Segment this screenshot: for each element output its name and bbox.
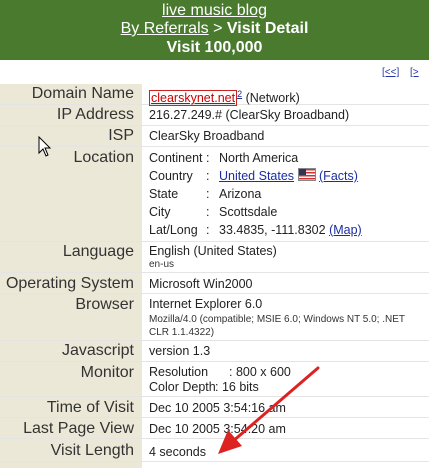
domain-label: Domain Name <box>31 85 134 102</box>
browser-useragent-line2: CLR 1.1.4322) <box>149 327 215 338</box>
breadcrumb: By Referrals > Visit Detail <box>0 19 429 38</box>
location-label: Location <box>73 149 135 166</box>
ip-value: 216.27.249.# (ClearSky Broadband) <box>149 108 350 122</box>
visit-header: live music blog By Referrals > Visit Det… <box>0 0 429 60</box>
facts-link[interactable]: (Facts) <box>319 169 358 183</box>
location-continent: Continent: North America <box>149 151 299 165</box>
mouse-cursor-icon <box>38 136 52 157</box>
language-code: en-us <box>149 259 175 270</box>
us-flag-icon <box>297 168 316 181</box>
breadcrumb-separator: > <box>208 20 227 37</box>
breadcrumb-referrals-link[interactable]: By Referrals <box>121 20 209 37</box>
isp-label: ISP <box>108 127 134 144</box>
domain-link[interactable]: clearskynet.net <box>149 90 238 107</box>
os-label: Operating System <box>5 275 134 292</box>
annotation-arrow-icon <box>218 366 320 454</box>
prev-visit-link[interactable]: [<<] <box>382 66 399 80</box>
visit-number: Visit 100,000 <box>166 39 263 56</box>
language-value: English (United States) <box>149 244 277 258</box>
browser-label: Browser <box>75 296 134 313</box>
os-value: Microsoft Win2000 <box>149 277 253 291</box>
blog-title-link[interactable]: live music blog <box>0 1 429 20</box>
location-country: Country: United States (Facts) <box>149 168 358 183</box>
ip-label: IP Address <box>56 106 134 123</box>
javascript-value: version 1.3 <box>149 344 211 358</box>
length-value: 4 seconds <box>149 445 206 459</box>
browser-useragent-line1: Mozilla/4.0 (compatible; MSIE 6.0; Windo… <box>149 314 406 325</box>
domain-suffix: (Network) <box>242 91 300 106</box>
next-visit-link[interactable]: [> <box>410 66 419 80</box>
monitor-label: Monitor <box>80 364 134 381</box>
map-link[interactable]: (Map) <box>329 223 362 237</box>
browser-value: Internet Explorer 6.0 <box>149 297 263 311</box>
time-label: Time of Visit <box>46 399 134 416</box>
location-city: City: Scottsdale <box>149 205 278 219</box>
lastpage-label: Last Page View <box>23 420 134 437</box>
domain-value: clearskynet.net 2 (Network) <box>149 85 300 107</box>
javascript-label: Javascript <box>61 342 134 359</box>
breadcrumb-current: Visit Detail <box>226 20 309 37</box>
isp-value: ClearSky Broadband <box>149 129 265 143</box>
language-label: Language <box>62 243 134 260</box>
location-latlong: Lat/Long:33.4835, -111.8302 (Map) <box>149 223 362 237</box>
country-link[interactable]: United States <box>219 169 294 183</box>
location-state: State: Arizona <box>149 187 262 201</box>
length-label: Visit Length <box>50 442 134 459</box>
